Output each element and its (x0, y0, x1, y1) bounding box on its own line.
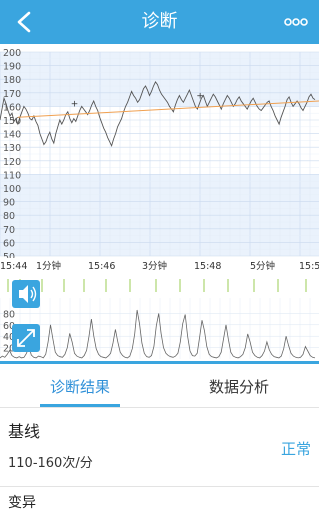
divider (0, 407, 319, 408)
x-axis-labels: 15:44 15:46 15:48 15:5 1分钟 3分钟 5分钟 (0, 258, 319, 272)
y-tick-label: 110 (3, 170, 21, 181)
page-title: 诊断 (141, 11, 178, 32)
chart-grid (0, 51, 319, 257)
x-time-label: 15:48 (194, 261, 221, 272)
y-tick-label: 190 (3, 62, 21, 73)
x-time-label: 15:46 (88, 261, 115, 272)
x-minute-label: 1分钟 (36, 260, 61, 272)
tab-diagnosis-result[interactable]: 诊断结果 (20, 365, 140, 407)
top-navigation-bar: 诊断 (0, 0, 319, 44)
x-minute-label: 3分钟 (142, 260, 167, 272)
divider (0, 486, 319, 487)
y-tick-label: 90 (3, 198, 15, 209)
result-tabs: 诊断结果 数据分析 (0, 365, 319, 407)
speaker-icon[interactable] (12, 280, 40, 308)
y-tick-label: 100 (3, 184, 21, 195)
y-tick-label: 170 (3, 89, 21, 100)
x-time-label: 15:5 (299, 261, 319, 272)
y-tick-label: 180 (3, 75, 21, 86)
baseline-range: 110-160次/分 (8, 456, 93, 471)
baseline-title: 基线 (8, 422, 41, 441)
chart-bottom-bar (0, 361, 319, 364)
variability-title: 变异 (8, 495, 36, 511)
y-tick-label: 130 (3, 143, 21, 154)
baseline-status: 正常 (280, 440, 311, 458)
fetal-heart-rate-chart[interactable]: 2001901801701601501401301201101009080706… (0, 44, 319, 364)
more-dots-icon[interactable] (284, 17, 308, 27)
x-minute-label: 5分钟 (250, 260, 275, 272)
event-marker: + (71, 100, 79, 110)
x-time-label: 15:44 (0, 261, 27, 272)
y-tick-label: 140 (3, 130, 21, 141)
y-tick-label: 60 (3, 238, 15, 249)
y-tick-label: 120 (3, 157, 21, 168)
tab-data-analysis[interactable]: 数据分析 (179, 365, 299, 407)
lower-panel-ticks: 80604020 (0, 298, 319, 359)
expand-arrows-icon[interactable] (12, 324, 40, 352)
lower-y-tick-label: 80 (3, 309, 15, 320)
y-tick-label: 200 (3, 48, 21, 59)
y-tick-label: 80 (3, 211, 15, 222)
y-tick-label: 70 (3, 225, 15, 236)
event-marker: + (196, 92, 204, 102)
